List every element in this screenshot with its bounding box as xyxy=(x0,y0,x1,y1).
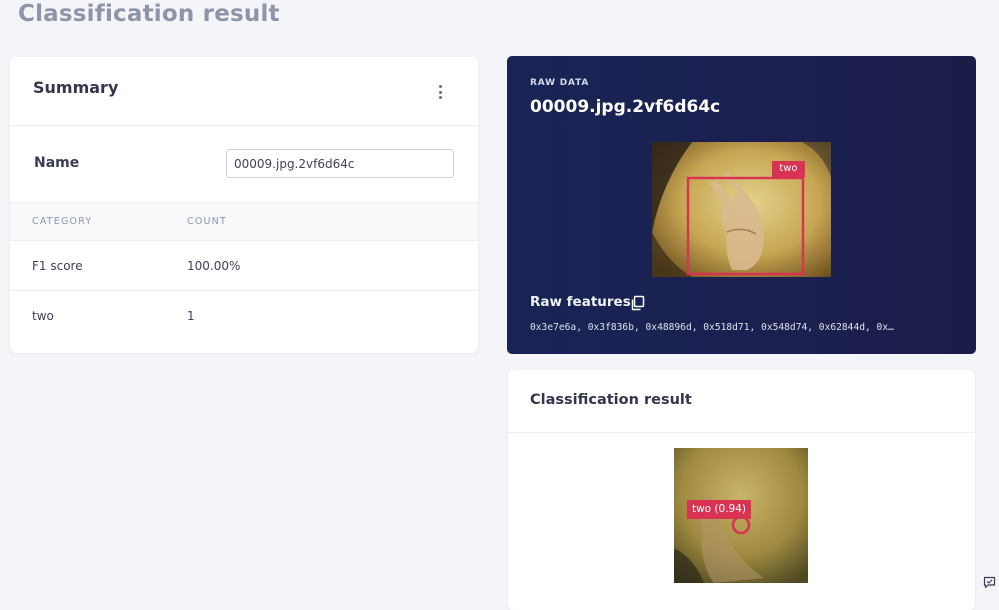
copy-icon[interactable] xyxy=(630,295,646,311)
table-row: F1 score 100.00% xyxy=(10,241,478,291)
classification-result-label: two (0.94) xyxy=(691,503,747,515)
raw-data-name: 00009.jpg.2vf6d64c xyxy=(530,97,721,117)
summary-card: Summary Name CATEGORY COUNT F1 score 100… xyxy=(10,57,478,353)
row-count: 1 xyxy=(187,309,195,323)
raw-features-value: 0x3e7e6a, 0x3f836b, 0x48896d, 0x518d71, … xyxy=(530,322,894,333)
row-count: 100.00% xyxy=(187,259,241,273)
raw-features-label: Raw features xyxy=(530,294,631,310)
raw-sample-image: two xyxy=(652,142,831,277)
feedback-icon[interactable] xyxy=(983,576,996,589)
name-label: Name xyxy=(34,155,80,171)
raw-data-card: RAW DATA 00009.jpg.2vf6d64c two Raw feat… xyxy=(507,56,976,354)
classification-header: Classification result xyxy=(508,370,975,433)
raw-bbox-label: two xyxy=(779,163,798,174)
summary-title: Summary xyxy=(33,78,119,97)
classification-card: Classification result two (0.94) xyxy=(508,370,975,610)
name-input[interactable] xyxy=(226,149,454,178)
classification-title: Classification result xyxy=(530,392,692,408)
page-title: Classification result xyxy=(18,1,280,27)
classified-image: two (0.94) xyxy=(674,448,808,583)
kebab-menu-icon[interactable] xyxy=(435,85,445,99)
column-header-count: COUNT xyxy=(187,216,227,227)
name-row: Name xyxy=(10,126,478,203)
raw-data-eyebrow: RAW DATA xyxy=(530,78,590,88)
table-row: two 1 xyxy=(10,291,478,340)
row-category: F1 score xyxy=(32,259,83,273)
row-category: two xyxy=(32,309,54,323)
summary-table-header: CATEGORY COUNT xyxy=(10,203,478,241)
summary-header: Summary xyxy=(10,57,478,126)
column-header-category: CATEGORY xyxy=(32,216,93,227)
